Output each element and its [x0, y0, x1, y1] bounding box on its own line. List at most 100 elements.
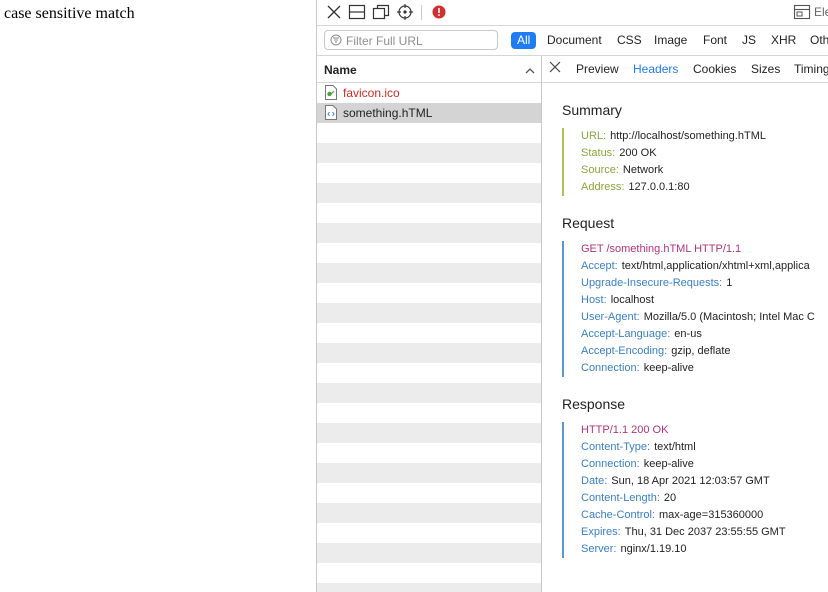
empty-row: [317, 303, 541, 323]
undock-icon[interactable]: [372, 3, 390, 21]
response-title: Response: [562, 396, 626, 412]
filter-bar: Filter Full URL All Document CSS Image F…: [317, 26, 828, 56]
response-header-key: Content-Type:: [581, 441, 651, 453]
resource-name: something.hTML: [343, 106, 433, 120]
request-header: Accept-Encoding: gzip, deflate: [581, 343, 828, 360]
close-details-icon[interactable]: [549, 61, 561, 76]
document-file-icon: [325, 105, 337, 120]
type-filter-document[interactable]: Document: [547, 32, 602, 49]
resource-row-favicon[interactable]: favicon.ico: [317, 83, 541, 103]
filter-placeholder: Filter Full URL: [346, 34, 423, 48]
empty-row: [317, 463, 541, 483]
empty-row: [317, 423, 541, 443]
type-filter-font[interactable]: Font: [703, 32, 727, 49]
filter-url-input[interactable]: Filter Full URL: [324, 30, 498, 50]
chevron-up-icon[interactable]: [525, 64, 535, 78]
response-header: Date: Sun, 18 Apr 2021 12:03:57 GMT: [581, 473, 828, 490]
type-filter-other[interactable]: Oth: [810, 32, 828, 49]
response-header-value: Thu, 31 Dec 2037 23:55:55 GMT: [624, 526, 786, 538]
tab-preview[interactable]: Preview: [576, 62, 619, 76]
request-header: Accept: text/html,application/xhtml+xml,a…: [581, 258, 828, 275]
tab-headers[interactable]: Headers: [633, 62, 678, 76]
resource-details: Preview Headers Cookies Sizes Timing Sum…: [542, 56, 828, 592]
summary-section: URL: http://localhost/something.hTML Stat…: [562, 128, 828, 196]
summary-line: Status: 200 OK: [581, 145, 828, 162]
empty-row: [317, 443, 541, 463]
response-header-value: 20: [663, 492, 677, 504]
resource-list: Name favicon.ico something.hTML: [317, 56, 542, 592]
image-file-icon: [325, 85, 337, 100]
request-header-value: text/html,application/xhtml+xml,applica: [621, 260, 810, 272]
empty-row: [317, 243, 541, 263]
tab-timing[interactable]: Timing: [794, 62, 828, 76]
elements-tab-icon[interactable]: [793, 3, 811, 21]
empty-row: [317, 203, 541, 223]
resource-rows: favicon.ico something.hTML: [317, 83, 541, 592]
summary-value: 200 OK: [619, 147, 657, 159]
summary-value: 127.0.0.1:80: [628, 181, 690, 193]
empty-row: [317, 323, 541, 343]
response-header-value: text/html: [654, 441, 696, 453]
request-header-key: User-Agent:: [581, 311, 640, 323]
summary-key: Source:: [581, 164, 619, 176]
empty-row: [317, 523, 541, 543]
request-line: GET /something.hTML HTTP/1.1: [581, 243, 742, 255]
type-filter-all[interactable]: All: [511, 32, 537, 49]
response-header-value: Sun, 18 Apr 2021 12:03:57 GMT: [611, 475, 770, 487]
dock-bottom-icon[interactable]: [348, 3, 366, 21]
crosshair-icon[interactable]: [396, 3, 414, 21]
empty-row: [317, 183, 541, 203]
request-header: Connection: keep-alive: [581, 360, 828, 377]
request-section: GET /something.hTML HTTP/1.1 Accept: text…: [562, 241, 828, 377]
request-header-key: Accept:: [581, 260, 618, 272]
close-icon[interactable]: [325, 3, 343, 21]
request-header-key: Accept-Language:: [581, 328, 671, 340]
resource-name: favicon.ico: [343, 86, 400, 100]
request-header: Host: localhost: [581, 292, 828, 309]
request-header: Upgrade-Insecure-Requests: 1: [581, 275, 828, 292]
response-header-value: keep-alive: [643, 458, 694, 470]
empty-row: [317, 563, 541, 583]
status-line: HTTP/1.1 200 OK: [581, 424, 669, 436]
name-column-label: Name: [324, 63, 357, 77]
request-header-value: localhost: [610, 294, 655, 306]
response-header-key: Expires:: [581, 526, 621, 538]
empty-row: [317, 403, 541, 423]
request-header-value: gzip, deflate: [671, 345, 731, 357]
empty-row: [317, 543, 541, 563]
type-filter-image[interactable]: Image: [654, 32, 687, 49]
empty-row: [317, 223, 541, 243]
response-header-key: Connection:: [581, 458, 640, 470]
response-header-key: Server:: [581, 543, 617, 555]
filter-icon: [330, 34, 342, 46]
request-header: Accept-Language: en-us: [581, 326, 828, 343]
response-header: Content-Type: text/html: [581, 439, 828, 456]
error-icon[interactable]: [430, 3, 448, 21]
empty-row: [317, 143, 541, 163]
response-header-key: Cache-Control:: [581, 509, 655, 521]
resource-row-selected[interactable]: something.hTML: [317, 103, 541, 123]
elements-tab-label[interactable]: Ele: [814, 5, 828, 19]
request-header-value: 1: [726, 277, 733, 289]
response-header-value: nginx/1.19.10: [620, 543, 687, 555]
type-filter-xhr[interactable]: XHR: [771, 32, 796, 49]
request-header-key: Accept-Encoding:: [581, 345, 668, 357]
summary-title: Summary: [562, 102, 622, 118]
page-body-text: case sensitive match: [4, 5, 135, 22]
summary-key: URL:: [581, 130, 607, 142]
name-column-header[interactable]: Name: [317, 56, 541, 83]
empty-row: [317, 503, 541, 523]
inspector-toolbar: Ele: [317, 0, 828, 26]
response-section: HTTP/1.1 200 OK Content-Type: text/html C…: [562, 422, 828, 558]
tab-sizes[interactable]: Sizes: [751, 62, 780, 76]
type-filter-css[interactable]: CSS: [617, 32, 642, 49]
empty-row: [317, 263, 541, 283]
summary-key: Address:: [581, 181, 625, 193]
type-filter-js[interactable]: JS: [742, 32, 756, 49]
summary-value: Network: [622, 164, 664, 176]
response-header: Connection: keep-alive: [581, 456, 828, 473]
response-header-key: Content-Length:: [581, 492, 660, 504]
tab-cookies[interactable]: Cookies: [693, 62, 736, 76]
response-header-value: max-age=315360000: [658, 509, 764, 521]
summary-line: URL: http://localhost/something.hTML: [581, 128, 828, 145]
